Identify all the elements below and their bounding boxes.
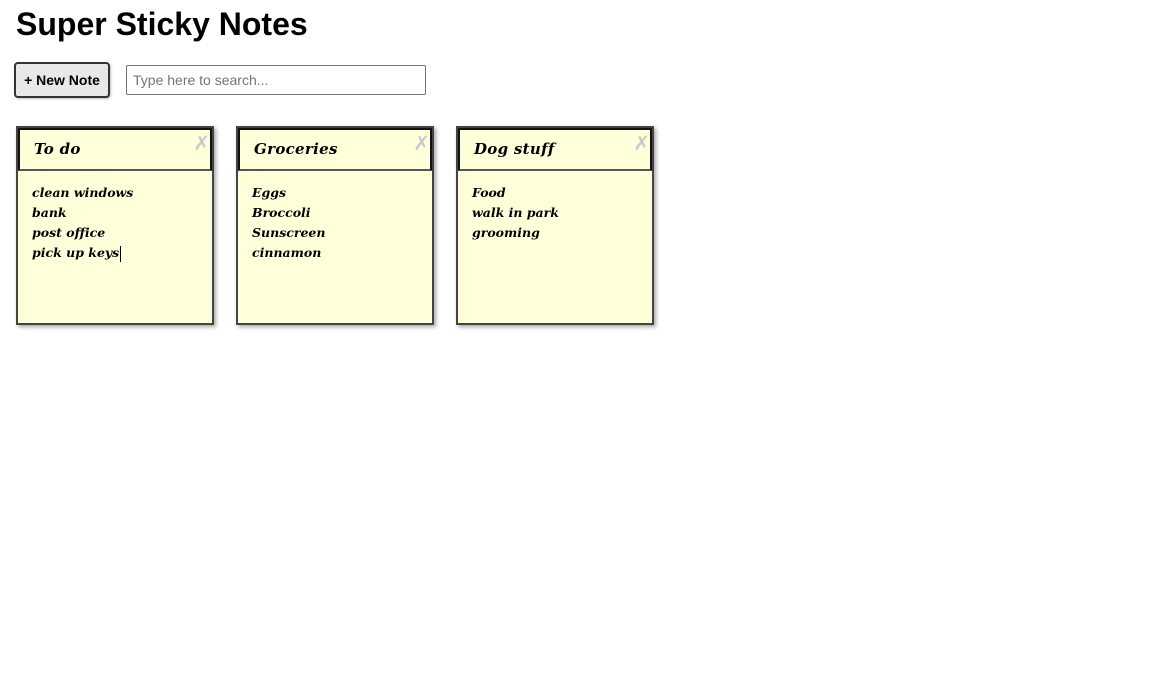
new-note-button[interactable]: + New Note: [14, 62, 110, 98]
note-line: clean windows: [32, 185, 134, 200]
notes-list: To do ✗ clean windows bank post office p…: [16, 126, 654, 325]
note-line: Food: [472, 185, 506, 200]
note-card[interactable]: To do ✗ clean windows bank post office p…: [16, 126, 214, 325]
note-line: Sunscreen: [252, 225, 326, 240]
close-icon[interactable]: ✗: [633, 133, 650, 153]
note-line: grooming: [472, 225, 540, 240]
note-title-input[interactable]: Groceries: [238, 128, 432, 171]
note-description[interactable]: Eggs Broccoli Sunscreen cinnamon: [238, 171, 432, 263]
note-title-input[interactable]: To do: [18, 128, 212, 171]
note-line: Broccoli: [252, 205, 311, 220]
note-description[interactable]: clean windows bank post office pick up k…: [18, 171, 212, 263]
note-card[interactable]: Groceries ✗ Eggs Broccoli Sunscreen cinn…: [236, 126, 434, 325]
page-title: Super Sticky Notes: [16, 6, 308, 42]
note-line: cinnamon: [252, 245, 322, 260]
note-description[interactable]: Food walk in park grooming: [458, 171, 652, 243]
close-icon[interactable]: ✗: [193, 133, 210, 153]
note-line: walk in park: [472, 205, 559, 220]
note-line: bank: [32, 205, 67, 220]
note-title-input[interactable]: Dog stuff: [458, 128, 652, 171]
note-line-text: pick up keys: [32, 245, 120, 260]
note-line: post office: [32, 225, 106, 240]
close-icon[interactable]: ✗: [413, 133, 430, 153]
note-card[interactable]: Dog stuff ✗ Food walk in park grooming: [456, 126, 654, 325]
note-line: Eggs: [252, 185, 287, 200]
search-input[interactable]: [126, 65, 426, 95]
note-line-active: pick up keys: [32, 243, 198, 263]
text-caret: [120, 245, 122, 262]
